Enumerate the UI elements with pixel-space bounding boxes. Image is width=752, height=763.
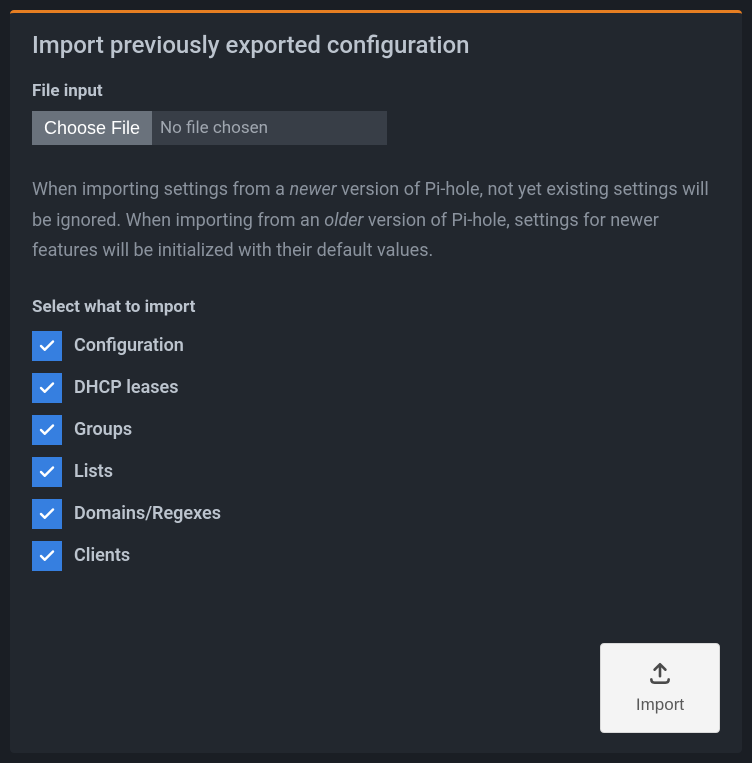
check-icon (38, 337, 56, 355)
checkbox-domains-regexes[interactable] (32, 499, 62, 529)
checkbox-row-domains-regexes: Domains/Regexes (32, 499, 720, 529)
checkbox-label: Clients (74, 545, 130, 566)
checkbox-label: DHCP leases (74, 377, 178, 398)
checkbox-row-lists: Lists (32, 457, 720, 487)
checkbox-row-clients: Clients (32, 541, 720, 571)
checkbox-groups[interactable] (32, 415, 62, 445)
checkbox-label: Lists (74, 461, 113, 482)
checkbox-dhcp-leases[interactable] (32, 373, 62, 403)
check-icon (38, 421, 56, 439)
choose-file-button[interactable]: Choose File (32, 111, 152, 145)
help-text-em: newer (289, 179, 336, 200)
file-input-row: Choose File No file chosen (32, 111, 387, 145)
checkbox-row-groups: Groups (32, 415, 720, 445)
check-icon (38, 463, 56, 481)
file-status-text: No file chosen (152, 111, 387, 145)
help-text-em: older (324, 210, 363, 231)
help-text: When importing settings from a newer ver… (32, 175, 720, 267)
check-icon (38, 505, 56, 523)
checkbox-label: Domains/Regexes (74, 503, 221, 524)
upload-icon (647, 661, 673, 687)
file-input-label: File input (32, 81, 720, 101)
checkbox-configuration[interactable] (32, 331, 62, 361)
import-button-label: Import (636, 695, 684, 715)
checkbox-clients[interactable] (32, 541, 62, 571)
footer: Import (32, 633, 720, 733)
help-text-part: When importing settings from a (32, 179, 289, 200)
checkbox-lists[interactable] (32, 457, 62, 487)
card-title: Import previously exported configuration (32, 31, 722, 59)
select-heading: Select what to import (32, 297, 720, 317)
checkbox-label: Groups (74, 419, 132, 440)
checkbox-row-dhcp-leases: DHCP leases (32, 373, 720, 403)
checkbox-label: Configuration (74, 335, 184, 356)
checkbox-row-configuration: Configuration (32, 331, 720, 361)
checkbox-list: Configuration DHCP leases Groups Lists (32, 331, 720, 571)
import-button[interactable]: Import (600, 643, 720, 733)
check-icon (38, 547, 56, 565)
import-config-card: Import previously exported configuration… (10, 10, 742, 753)
check-icon (38, 379, 56, 397)
card-header: Import previously exported configuration (10, 13, 742, 73)
card-body: File input Choose File No file chosen Wh… (10, 73, 742, 753)
spacer (32, 571, 720, 633)
